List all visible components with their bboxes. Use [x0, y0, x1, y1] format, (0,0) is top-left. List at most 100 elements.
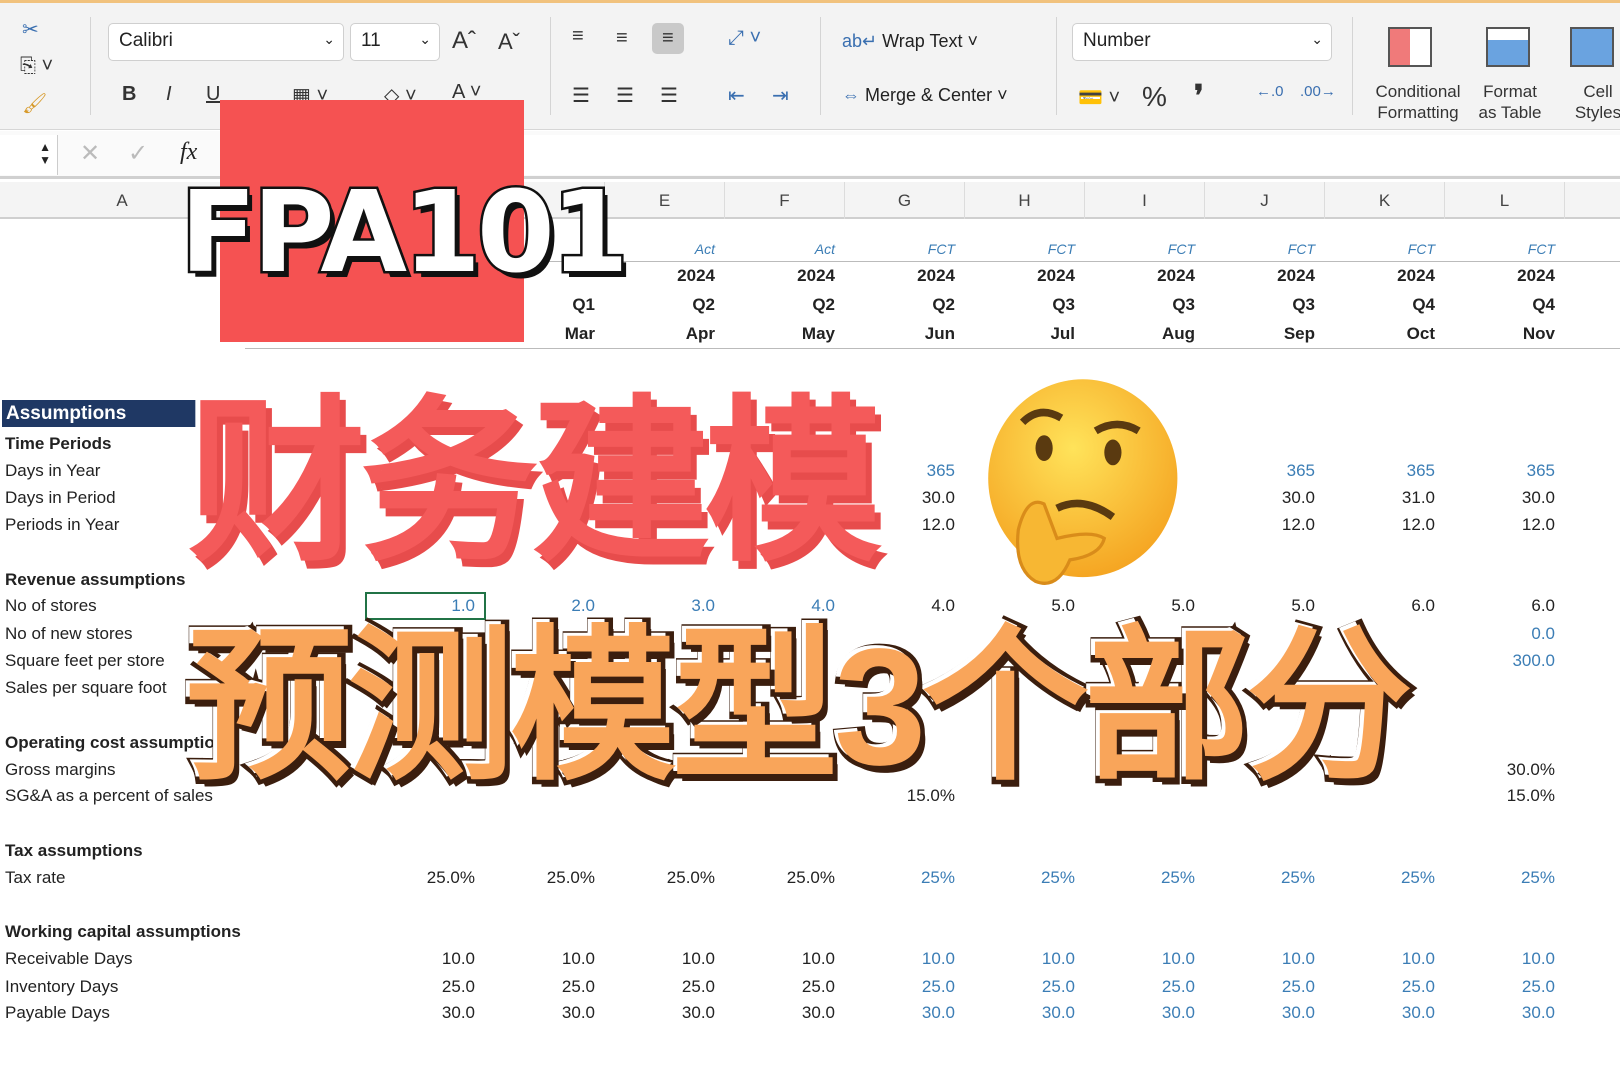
- row-label[interactable]: No of new stores: [5, 621, 133, 647]
- data-cell[interactable]: 15.0%: [1445, 783, 1565, 809]
- data-cell[interactable]: 6.0: [1445, 593, 1565, 619]
- period-header-quarter[interactable]: Q4: [1445, 292, 1565, 318]
- format-painter-icon[interactable]: 🖌: [22, 91, 47, 116]
- data-cell[interactable]: 30.0: [605, 1000, 725, 1026]
- align-top-icon[interactable]: ≡: [572, 25, 584, 48]
- row-label[interactable]: SG&A as a percent of sales: [5, 783, 213, 809]
- number-format-select[interactable]: Number ⌄: [1072, 23, 1332, 61]
- decrease-font-icon[interactable]: Aˇ: [498, 29, 520, 55]
- align-bottom-icon[interactable]: ≡: [652, 23, 684, 54]
- conditional-formatting-icon[interactable]: [1388, 27, 1432, 67]
- data-cell[interactable]: 25.0: [365, 974, 485, 1000]
- copy-icon[interactable]: ⎘ ˅: [20, 55, 53, 78]
- align-middle-icon[interactable]: ≡: [616, 27, 628, 50]
- data-cell[interactable]: 365: [1445, 458, 1565, 484]
- column-header[interactable]: K: [1325, 182, 1445, 219]
- name-box[interactable]: ▲ ▼: [0, 135, 58, 175]
- data-cell[interactable]: 10.0: [725, 946, 845, 972]
- row-label[interactable]: Payable Days: [5, 1000, 110, 1026]
- data-cell[interactable]: 30.0: [1445, 485, 1565, 511]
- data-cell[interactable]: 30.0: [485, 1000, 605, 1026]
- column-header[interactable]: F: [725, 182, 845, 219]
- period-header-month[interactable]: Apr: [605, 321, 725, 347]
- data-cell[interactable]: 10.0: [365, 946, 485, 972]
- data-cell[interactable]: 0.0: [1445, 621, 1565, 647]
- period-header-year[interactable]: 2024: [845, 263, 965, 289]
- row-label[interactable]: Tax assumptions: [5, 838, 143, 864]
- conditional-formatting-button[interactable]: Conditional Formatting: [1368, 81, 1468, 123]
- period-header-year[interactable]: 2024: [1445, 263, 1565, 289]
- data-cell[interactable]: 30.0: [1205, 1000, 1325, 1026]
- data-cell[interactable]: 25%: [845, 865, 965, 891]
- cell-styles-button[interactable]: Cell Styles: [1568, 81, 1620, 123]
- period-header-month[interactable]: Oct: [1325, 321, 1445, 347]
- insert-function-button[interactable]: fx: [180, 139, 197, 166]
- data-cell[interactable]: 25%: [1445, 865, 1565, 891]
- period-header-month[interactable]: Jul: [965, 321, 1085, 347]
- data-cell[interactable]: 31.0: [1325, 485, 1445, 511]
- font-size-select[interactable]: 11 ⌄: [350, 23, 440, 61]
- data-cell[interactable]: 10.0: [1445, 946, 1565, 972]
- data-cell[interactable]: 10.0: [1085, 946, 1205, 972]
- period-header-month[interactable]: May: [725, 321, 845, 347]
- stepper-icon[interactable]: ▲ ▼: [39, 141, 51, 167]
- data-cell[interactable]: 10.0: [605, 946, 725, 972]
- period-header-year[interactable]: 2024: [1205, 263, 1325, 289]
- row-label[interactable]: No of stores: [5, 593, 97, 619]
- period-header-quarter[interactable]: Q2: [725, 292, 845, 318]
- increase-decimal-icon[interactable]: ←.0: [1256, 83, 1284, 100]
- confirm-icon[interactable]: ✓: [128, 139, 148, 168]
- period-header-status[interactable]: FCT: [1445, 236, 1565, 262]
- wrap-text-button[interactable]: ab↵ Wrap Text ˅: [842, 31, 978, 52]
- cancel-icon[interactable]: ✕: [80, 139, 100, 168]
- period-header-status[interactable]: Act: [725, 236, 845, 262]
- data-cell[interactable]: 30.0: [845, 1000, 965, 1026]
- data-cell[interactable]: 365: [1205, 458, 1325, 484]
- period-header-quarter[interactable]: Q3: [965, 292, 1085, 318]
- row-label[interactable]: Days in Year: [5, 458, 100, 484]
- data-cell[interactable]: 30.0%: [1445, 757, 1565, 783]
- row-label[interactable]: Square feet per store: [5, 648, 165, 674]
- italic-button[interactable]: I: [166, 83, 172, 106]
- cut-icon[interactable]: ✂: [22, 17, 39, 42]
- period-header-status[interactable]: FCT: [845, 236, 965, 262]
- data-cell[interactable]: 12.0: [1325, 512, 1445, 538]
- orientation-icon[interactable]: ⤢ ˅: [728, 27, 761, 50]
- data-cell[interactable]: 25.0%: [365, 865, 485, 891]
- data-cell[interactable]: 300.0: [1445, 648, 1565, 674]
- period-header-year[interactable]: 2024: [1085, 263, 1205, 289]
- row-label[interactable]: Receivable Days: [5, 946, 133, 972]
- data-cell[interactable]: 25%: [1205, 865, 1325, 891]
- data-cell[interactable]: 30.0: [965, 1000, 1085, 1026]
- increase-indent-icon[interactable]: ⇥: [772, 83, 789, 108]
- row-label[interactable]: Gross margins: [5, 757, 116, 783]
- column-header[interactable]: G: [845, 182, 965, 219]
- data-cell[interactable]: 30.0: [725, 1000, 845, 1026]
- data-cell[interactable]: 25.0%: [605, 865, 725, 891]
- comma-style-button[interactable]: ❜: [1194, 79, 1204, 114]
- row-label[interactable]: Inventory Days: [5, 974, 118, 1000]
- period-header-month[interactable]: Nov: [1445, 321, 1565, 347]
- period-header-quarter[interactable]: Q3: [1205, 292, 1325, 318]
- period-header-status[interactable]: FCT: [1205, 236, 1325, 262]
- data-cell[interactable]: 25.0: [605, 974, 725, 1000]
- data-cell[interactable]: 30.0: [1325, 1000, 1445, 1026]
- data-cell[interactable]: 25.0: [485, 974, 605, 1000]
- data-cell[interactable]: 25%: [965, 865, 1085, 891]
- align-right-icon[interactable]: ☰: [660, 83, 678, 108]
- bold-button[interactable]: B: [122, 83, 136, 106]
- period-header-month[interactable]: Aug: [1085, 321, 1205, 347]
- row-label[interactable]: Working capital assumptions: [5, 919, 241, 945]
- period-header-status[interactable]: FCT: [1085, 236, 1205, 262]
- data-cell[interactable]: 10.0: [485, 946, 605, 972]
- data-cell[interactable]: 12.0: [1205, 512, 1325, 538]
- period-header-quarter[interactable]: Q3: [1085, 292, 1205, 318]
- column-header[interactable]: H: [965, 182, 1085, 219]
- data-cell[interactable]: 25%: [1325, 865, 1445, 891]
- row-label[interactable]: Periods in Year: [5, 512, 119, 538]
- data-cell[interactable]: 25.0%: [485, 865, 605, 891]
- data-cell[interactable]: 25.0: [965, 974, 1085, 1000]
- row-label[interactable]: Days in Period: [5, 485, 116, 511]
- percent-style-button[interactable]: %: [1142, 81, 1167, 113]
- data-cell[interactable]: 25.0: [1325, 974, 1445, 1000]
